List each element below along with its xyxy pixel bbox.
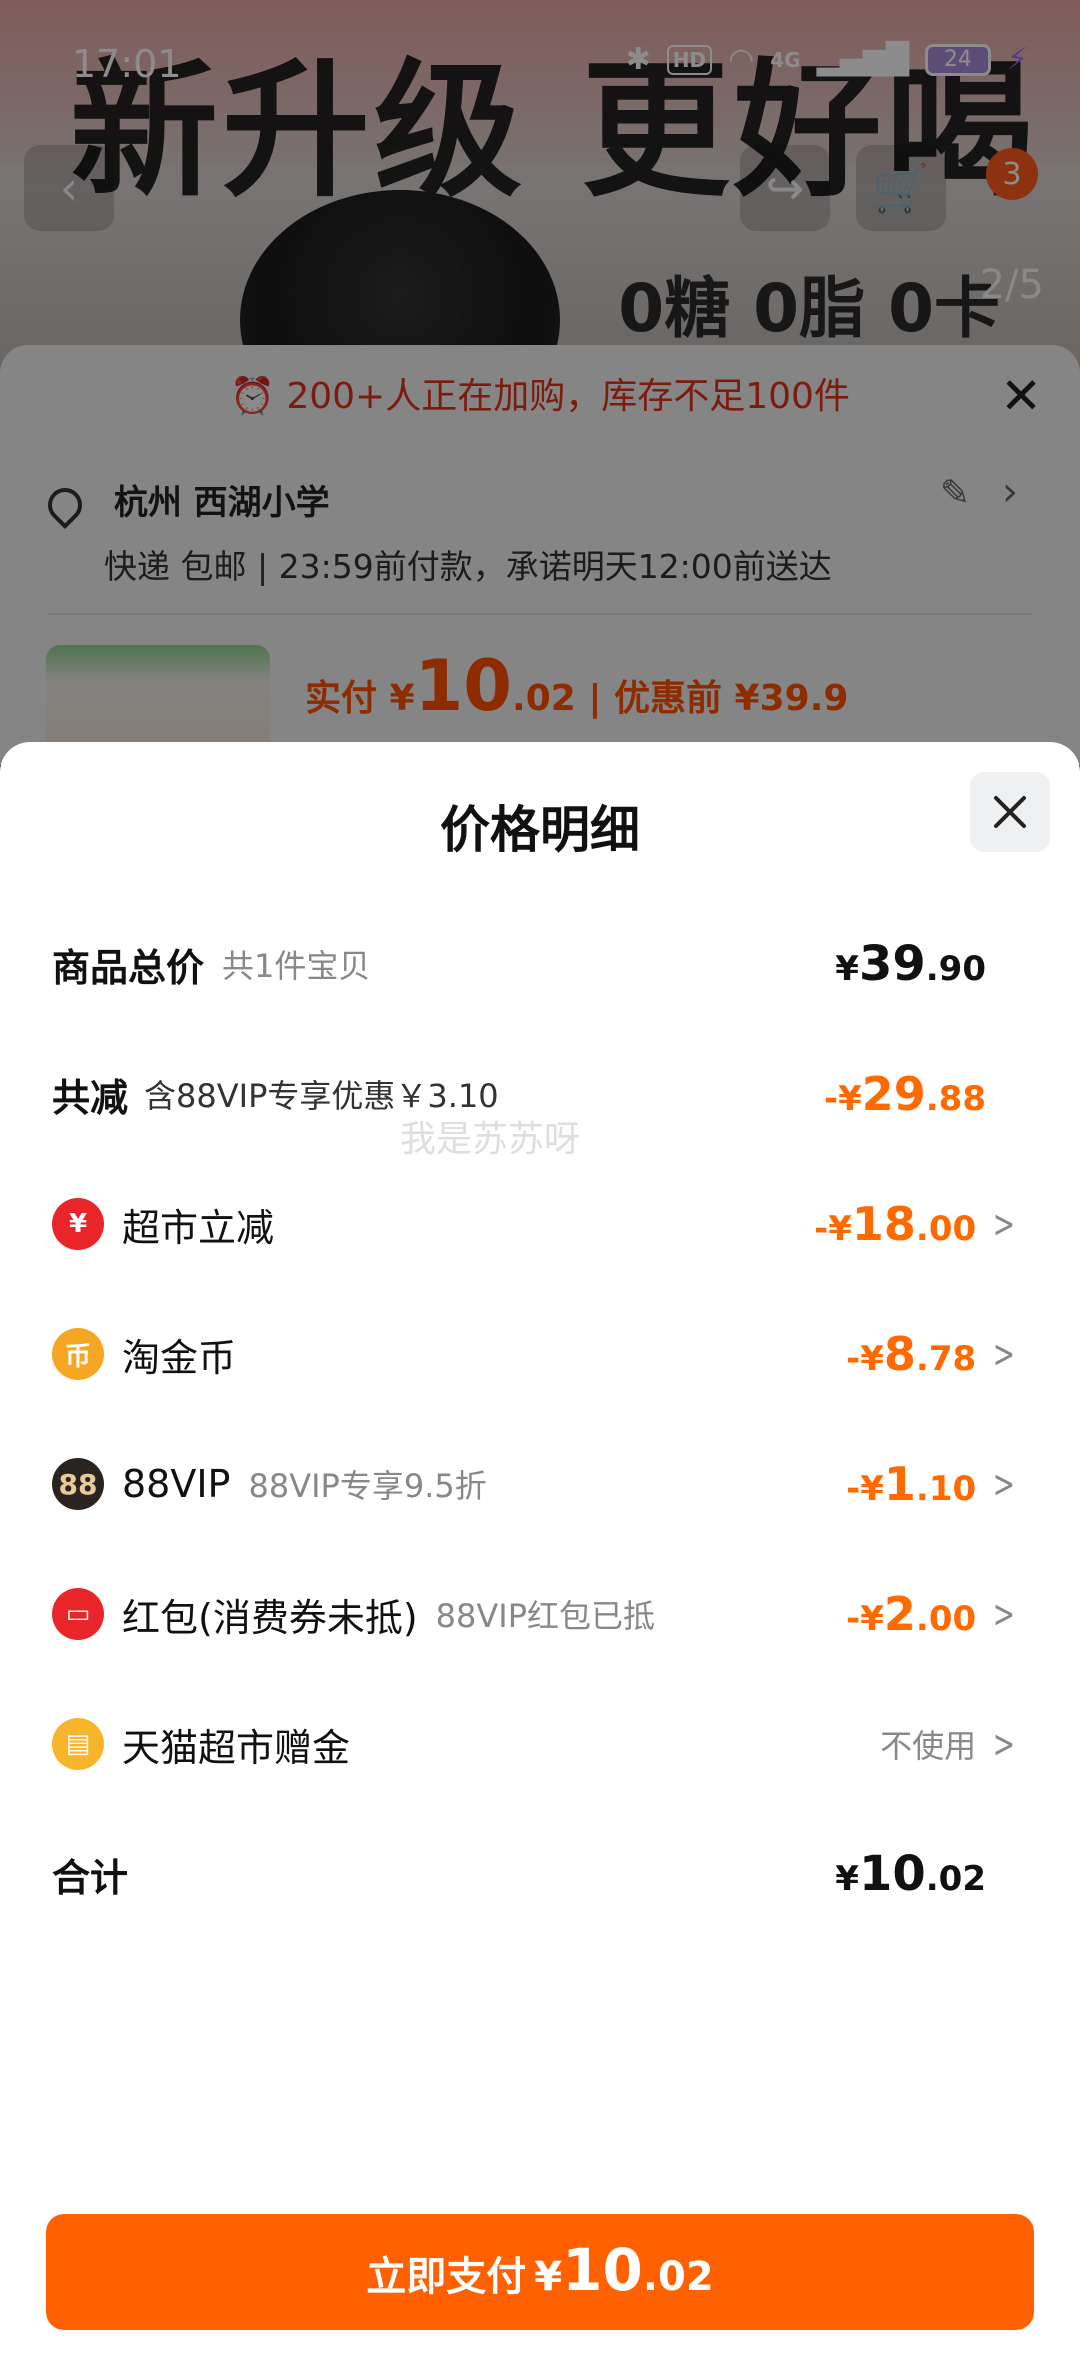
row-goods-total: 商品总价 共1件宝贝 ¥39.90 <box>52 924 1020 1004</box>
amount-dec: .00 <box>915 1599 977 1639</box>
amount-currency: -¥ <box>846 1599 884 1639</box>
vip88-icon: 88 <box>52 1458 104 1510</box>
total-discount-amount: -¥ 29.88 <box>824 1067 986 1121</box>
chevron-right-icon: > <box>992 1202 1016 1246</box>
supermarket-discount-amount: -¥ 18.00 <box>814 1197 976 1251</box>
amount-int: 39 <box>858 936 926 992</box>
vip88-note: 88VIP专享9.5折 <box>248 1467 487 1505</box>
amount-dec: .88 <box>925 1079 986 1119</box>
amount-currency: ¥ <box>835 1859 859 1899</box>
taojinbi-coin-icon: 币 <box>52 1328 104 1380</box>
red-envelope-icon: ▭ <box>52 1588 104 1640</box>
amount-int: 29 <box>861 1067 926 1121</box>
pay-now-int: 10 <box>562 2236 643 2304</box>
taojinbi-amount: -¥ 8.78 <box>846 1327 976 1381</box>
amount-currency: -¥ <box>823 1079 862 1119</box>
vip88-amount: -¥ 1.10 <box>846 1457 976 1511</box>
red-envelope-note: 88VIP红包已抵 <box>435 1597 656 1635</box>
amount-dec: .02 <box>925 1859 986 1899</box>
gift-money-label: 天猫超市赠金 <box>122 1725 351 1770</box>
amount-currency: ¥ <box>835 949 859 989</box>
total-discount-label: 共减 <box>52 1075 129 1120</box>
modal-title: 价格明细 <box>440 801 640 859</box>
pay-now-label: 立即支付 <box>366 2254 527 2300</box>
watermark: 我是苏苏呀 <box>400 1119 581 1160</box>
price-detail-modal: 价格明细 商品总价 共1件宝贝 ¥39.90 共减 含88VIP专享优惠￥3.1… <box>0 742 1080 2376</box>
goods-total-amount: ¥39.90 <box>835 936 986 992</box>
taojinbi-label: 淘金币 <box>122 1335 237 1380</box>
gift-money-value: 不使用 <box>880 1721 976 1767</box>
amount-currency: -¥ <box>846 1469 884 1509</box>
amount-currency: -¥ <box>846 1339 884 1379</box>
amount-dec: .10 <box>915 1469 977 1509</box>
amount-dec: .78 <box>915 1339 977 1379</box>
grand-total-label: 合计 <box>52 1855 129 1900</box>
vip88-label: 88VIP <box>122 1462 231 1506</box>
chevron-right-icon: > <box>992 1462 1016 1506</box>
close-icon <box>994 796 1026 828</box>
modal-close-button[interactable] <box>970 772 1050 852</box>
amount-int: 8 <box>883 1327 916 1381</box>
chevron-right-icon: > <box>992 1332 1016 1376</box>
grand-total-amount: ¥10.02 <box>835 1846 986 1902</box>
amount-int: 1 <box>883 1457 916 1511</box>
gift-card-icon: ▤ <box>52 1718 104 1770</box>
gift-money-status: 不使用 <box>880 1727 977 1765</box>
supermarket-discount-label: 超市立减 <box>122 1205 275 1250</box>
row-red-envelope[interactable]: ▭ 红包(消费券未抵) 88VIP红包已抵 -¥ 2.00 > <box>52 1574 1020 1654</box>
pay-now-dec: .02 <box>642 2254 714 2300</box>
row-supermarket-discount[interactable]: ¥ 超市立减 -¥ 18.00 > <box>52 1184 1020 1264</box>
goods-total-count: 共1件宝贝 <box>222 947 371 985</box>
row-taojinbi[interactable]: 币 淘金币 -¥ 8.78 > <box>52 1314 1020 1394</box>
red-envelope-amount: -¥ 2.00 <box>846 1587 976 1641</box>
pay-now-button[interactable]: 立即支付 ¥ 10 .02 <box>46 2214 1034 2330</box>
red-envelope-label: 红包(消费券未抵) <box>122 1595 418 1640</box>
row-gift-money[interactable]: ▤ 天猫超市赠金 不使用 > <box>52 1704 1020 1784</box>
amount-currency: -¥ <box>814 1209 852 1249</box>
pay-now-currency: ¥ <box>534 2254 563 2300</box>
goods-total-label: 商品总价 <box>52 945 205 990</box>
row-grand-total: 合计 ¥10.02 <box>52 1834 1020 1914</box>
chevron-right-icon: > <box>992 1592 1016 1636</box>
amount-int: 18 <box>851 1197 916 1251</box>
amount-int: 10 <box>858 1846 926 1902</box>
coupon-yen-icon: ¥ <box>52 1198 104 1250</box>
row-88vip[interactable]: 88 88VIP 88VIP专享9.5折 -¥ 1.10 > <box>52 1444 1020 1524</box>
amount-int: 2 <box>883 1587 916 1641</box>
chevron-right-icon: > <box>992 1722 1016 1766</box>
amount-dec: .00 <box>915 1209 977 1249</box>
amount-dec: .90 <box>925 949 986 989</box>
